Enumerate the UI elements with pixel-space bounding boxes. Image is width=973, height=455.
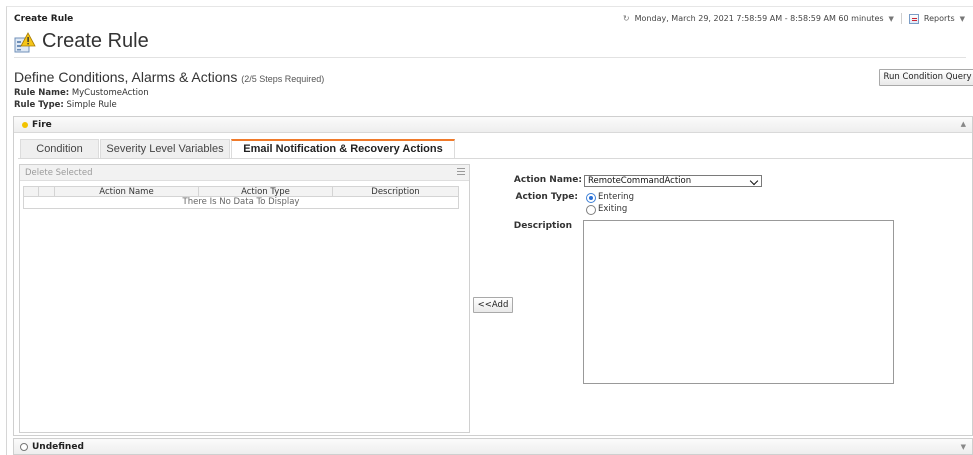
chevron-down-icon[interactable]: ▼ xyxy=(960,15,965,23)
chevron-down-icon[interactable]: ▼ xyxy=(889,15,894,23)
tab-strip-divider xyxy=(18,158,972,159)
grid-empty-message: There Is No Data To Display xyxy=(23,197,459,209)
expand-icon[interactable]: ▼ xyxy=(961,443,966,451)
description-textarea[interactable] xyxy=(583,220,894,384)
row-select-header[interactable] xyxy=(24,187,38,197)
actions-grid: Delete Selected Action Name Action Type … xyxy=(19,164,470,433)
action-name-select-value: RemoteCommandAction xyxy=(588,176,692,186)
column-header-description[interactable]: Description xyxy=(332,187,458,197)
tab-email-notification-recovery-actions[interactable]: Email Notification & Recovery Actions xyxy=(231,139,455,159)
radio-exiting[interactable] xyxy=(586,205,596,215)
run-condition-query-button[interactable]: Run Condition Query xyxy=(879,69,973,86)
fire-panel-header[interactable]: Fire ▲ xyxy=(14,117,972,133)
tab-severity-level-variables[interactable]: Severity Level Variables xyxy=(100,139,230,159)
reports-icon xyxy=(908,13,919,24)
column-header-action-type[interactable]: Action Type xyxy=(198,187,332,197)
header-toolbar: ↻ Monday, March 29, 2021 7:58:59 AM - 8:… xyxy=(623,13,965,24)
radio-exiting-label: Exiting xyxy=(598,204,628,214)
clock-icon: ↻ xyxy=(622,14,630,23)
grid-header: Action Name Action Type Description xyxy=(23,186,459,197)
spacer-header xyxy=(38,187,54,197)
description-label: Description xyxy=(513,221,572,231)
rule-warning-icon xyxy=(14,32,36,53)
rule-name-row: Rule Name: MyCustomeAction xyxy=(14,88,149,98)
timerange-selector[interactable]: Monday, March 29, 2021 7:58:59 AM - 8:58… xyxy=(635,14,884,23)
rule-type-label: Rule Type: xyxy=(14,100,64,110)
breadcrumb: Create Rule xyxy=(14,14,74,24)
rule-type-row: Rule Type: Simple Rule xyxy=(14,100,117,110)
rule-name-value: MyCustomeAction xyxy=(71,88,149,98)
tab-condition[interactable]: Condition xyxy=(20,139,99,159)
rule-name-label: Rule Name: xyxy=(14,88,70,98)
radio-entering-label: Entering xyxy=(598,192,634,202)
action-name-select[interactable]: RemoteCommandAction xyxy=(584,175,762,187)
add-button[interactable]: <<Add xyxy=(473,297,513,313)
reports-menu[interactable]: Reports xyxy=(924,14,955,23)
column-menu-icon[interactable] xyxy=(457,168,465,176)
grid-toolbar: Delete Selected xyxy=(20,165,469,181)
section-title: Define Conditions, Alarms & Actions (2/5… xyxy=(14,69,324,85)
delete-selected-button[interactable]: Delete Selected xyxy=(25,168,92,178)
column-header-action-name[interactable]: Action Name xyxy=(54,187,198,197)
action-type-label: Action Type: xyxy=(515,192,579,202)
undefined-panel-header[interactable]: Undefined ▼ xyxy=(13,438,973,455)
undefined-panel-label: Undefined xyxy=(32,442,84,452)
fire-panel: Fire ▲ Condition Severity Level Variable… xyxy=(13,116,973,436)
fire-panel-label: Fire xyxy=(32,120,52,130)
undefined-status-icon xyxy=(20,443,28,451)
section-title-text: Define Conditions, Alarms & Actions xyxy=(14,69,238,85)
radio-entering[interactable] xyxy=(586,193,596,203)
fire-status-icon xyxy=(22,122,28,128)
action-name-label: Action Name: xyxy=(513,175,582,185)
toolbar-divider xyxy=(900,13,902,24)
collapse-icon[interactable]: ▲ xyxy=(961,120,966,128)
page-title: Create Rule xyxy=(42,30,149,52)
divider xyxy=(14,57,966,58)
rule-type-value: Simple Rule xyxy=(66,100,117,110)
steps-indicator: (2/5 Steps Required) xyxy=(241,74,325,84)
